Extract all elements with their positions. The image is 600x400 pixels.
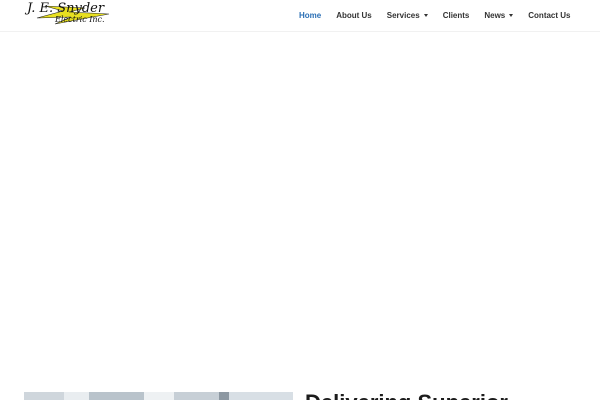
chevron-down-icon bbox=[423, 14, 428, 17]
nav-item-label: Services bbox=[386, 11, 420, 20]
nav-item-label: About Us bbox=[336, 11, 372, 20]
logo-text-name: J. E. Snyder bbox=[27, 1, 105, 16]
nav-item-label: Clients bbox=[442, 11, 470, 20]
nav-item-about-us[interactable]: About Us bbox=[329, 0, 380, 31]
service-photo bbox=[24, 392, 293, 400]
nav-item-label: Home bbox=[298, 11, 322, 20]
hero-banner bbox=[0, 32, 600, 392]
nav-item-home[interactable]: Home bbox=[291, 0, 328, 31]
chevron-down-icon bbox=[509, 14, 514, 17]
nav-item-contact-us[interactable]: Contact Us bbox=[521, 0, 578, 31]
nav-item-news[interactable]: News bbox=[477, 0, 521, 31]
main-navigation: Home About Us Services Clients News Cont… bbox=[291, 0, 578, 31]
site-header: J. E. Snyder Electric Inc. Home About Us… bbox=[0, 0, 600, 32]
nav-item-services[interactable]: Services bbox=[379, 0, 435, 31]
page: J. E. Snyder Electric Inc. Home About Us… bbox=[0, 0, 600, 400]
nav-item-clients[interactable]: Clients bbox=[435, 0, 477, 31]
section-heading: Delivering Superior bbox=[305, 392, 508, 400]
nav-item-label: Contact Us bbox=[528, 11, 571, 20]
nav-item-label: News bbox=[484, 11, 506, 20]
company-logo[interactable]: J. E. Snyder Electric Inc. bbox=[25, 2, 111, 28]
logo-text-suffix: Electric Inc. bbox=[55, 15, 105, 24]
